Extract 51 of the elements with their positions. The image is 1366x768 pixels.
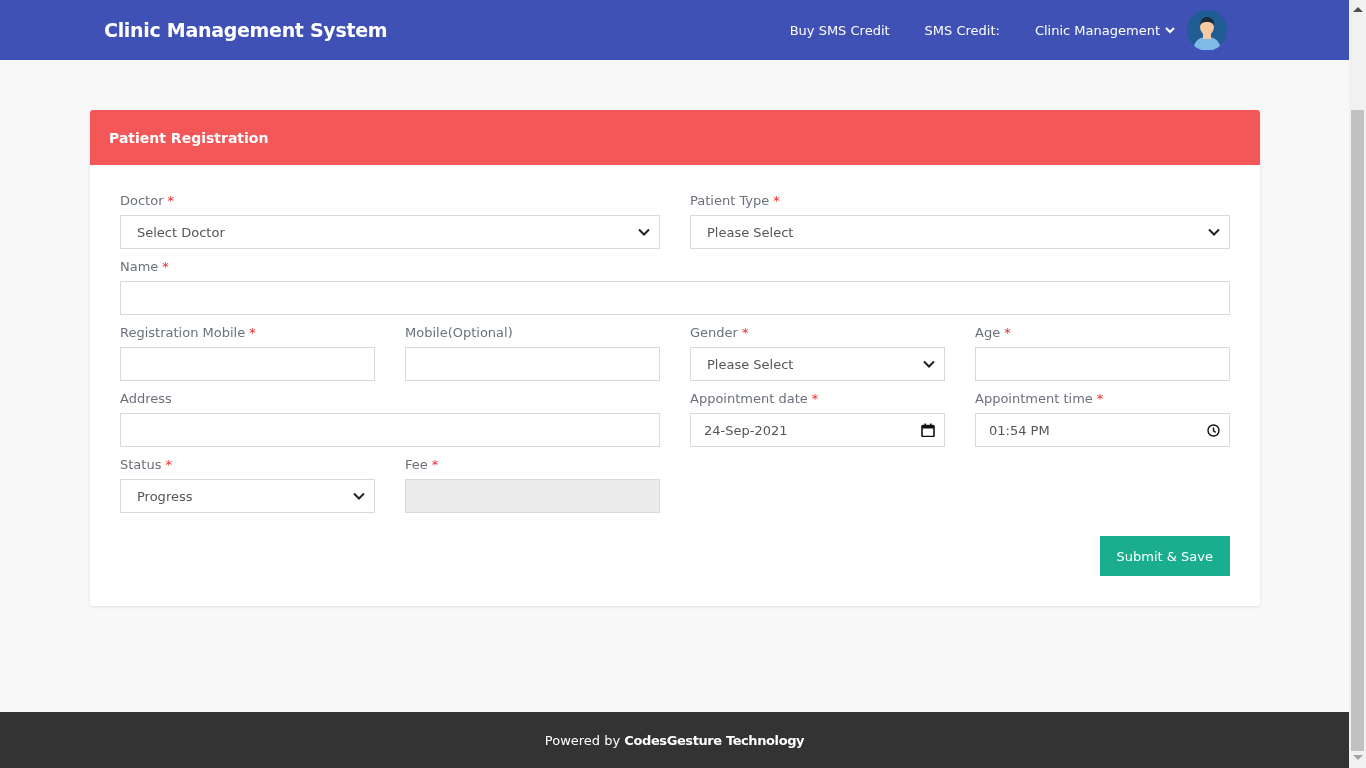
field-label: Appointment time * — [975, 391, 1105, 407]
date-field[interactable]: 24-Sep-2021 — [690, 413, 945, 447]
required-mark: * — [167, 193, 174, 208]
required-mark: * — [165, 457, 172, 472]
required-mark: * — [162, 259, 169, 274]
avatar-icon — [1187, 10, 1227, 50]
required-mark: * — [249, 325, 256, 340]
required-mark: * — [1096, 391, 1104, 406]
required-mark: * — [811, 391, 819, 406]
required-mark: * — [431, 457, 439, 472]
select-field[interactable]: Please Select — [690, 347, 945, 381]
nav-link[interactable]: Buy SMS Credit — [789, 22, 890, 38]
scroll-up-icon[interactable] — [1352, 7, 1363, 12]
text-field[interactable] — [120, 347, 375, 381]
field-label: Age * — [975, 325, 1012, 341]
required-mark: * — [773, 193, 780, 208]
caret-icon — [1165, 26, 1175, 34]
required-mark: * — [741, 325, 749, 340]
chevron-icon — [1208, 228, 1220, 236]
calendar-icon — [921, 423, 935, 437]
select-field[interactable]: Select Doctor — [120, 215, 660, 249]
brand-title[interactable]: Clinic Management System — [104, 19, 388, 41]
field-label: Name * — [120, 259, 170, 275]
clock-icon — [1207, 423, 1220, 437]
scroll-down-icon[interactable] — [1352, 755, 1363, 760]
chevron-icon — [638, 228, 650, 236]
scrollbar[interactable] — [1349, 0, 1366, 768]
field-label: Appointment date * — [690, 391, 820, 407]
time-field[interactable]: 01:54 PM — [975, 413, 1230, 447]
field-label: Doctor * — [120, 193, 175, 209]
card-title: Patient Registration — [90, 110, 1260, 165]
clinic-dropdown[interactable]: Clinic Management — [1034, 22, 1175, 38]
text-field[interactable] — [120, 281, 1230, 315]
field-label: Address — [120, 391, 173, 407]
chevron-icon — [353, 492, 365, 500]
text-field[interactable] — [975, 347, 1230, 381]
field-label: Mobile(Optional) — [405, 325, 514, 341]
text-field[interactable] — [120, 413, 660, 447]
field-label: Gender * — [690, 325, 750, 341]
field-label: Fee * — [405, 457, 440, 473]
sms-credit-label: SMS Credit: — [924, 22, 1000, 38]
field-label: Status * — [120, 457, 173, 473]
scrollbar-thumb[interactable] — [1351, 110, 1364, 751]
chevron-icon — [923, 360, 935, 368]
field-label: Patient Type * — [690, 193, 781, 209]
text-field[interactable] — [405, 347, 660, 381]
footer-text: Powered by CodesGesture Technology — [544, 732, 805, 748]
required-mark: * — [1004, 325, 1011, 340]
select-field[interactable]: Progress — [120, 479, 375, 513]
field-label: Registration Mobile * — [120, 325, 257, 341]
select-field[interactable]: Please Select — [690, 215, 1230, 249]
